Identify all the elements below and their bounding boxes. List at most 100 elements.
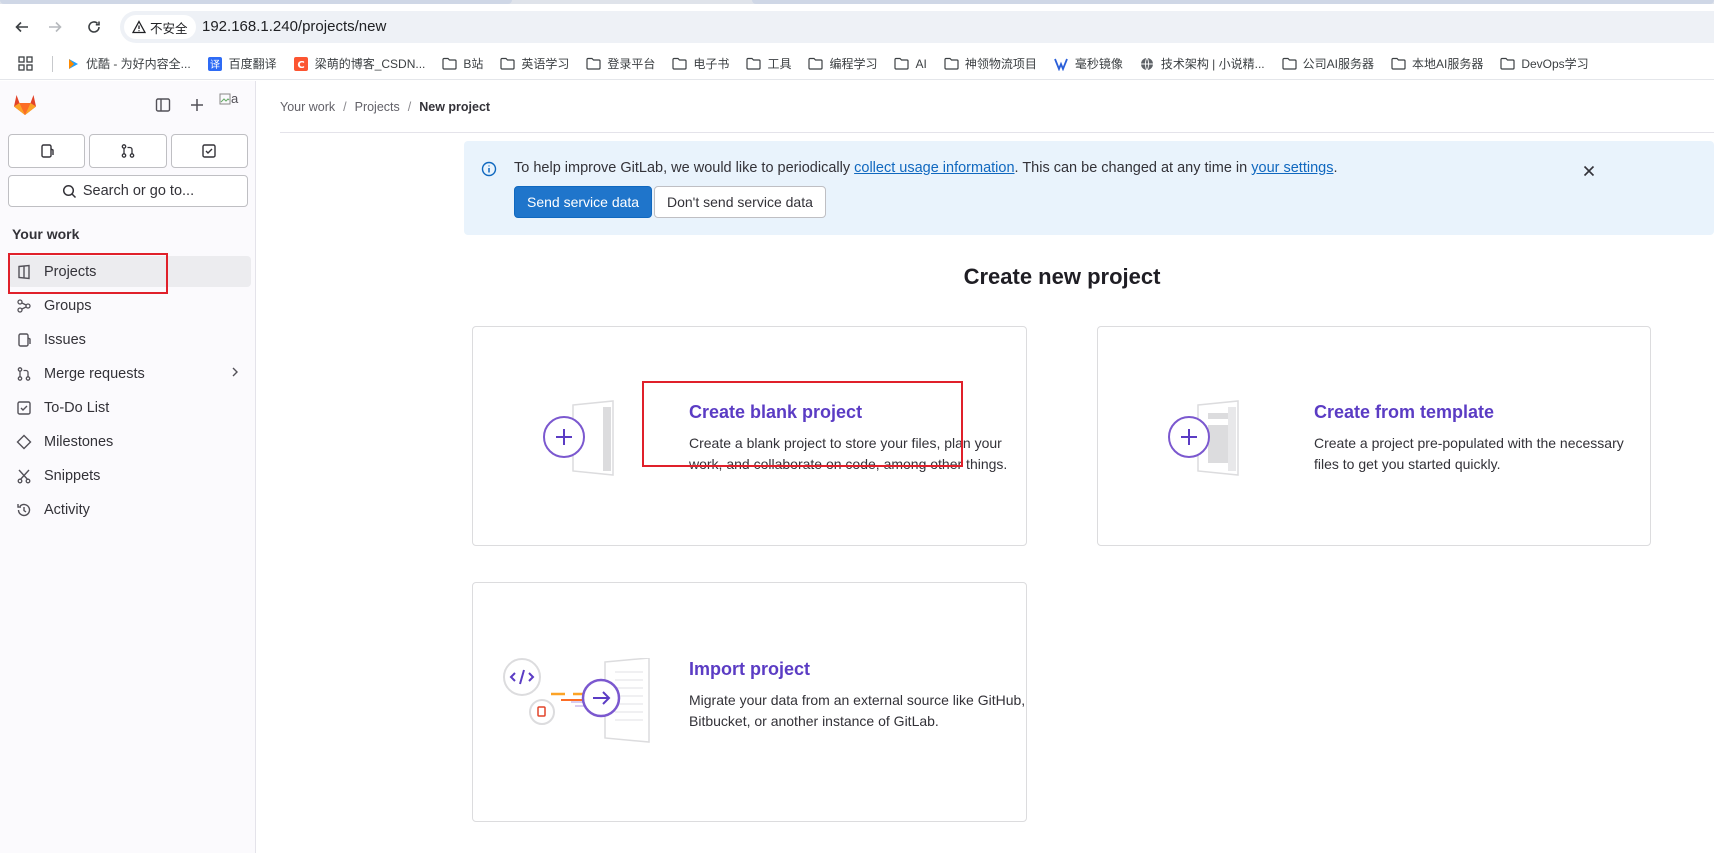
security-label: 不安全 [150, 21, 188, 36]
breadcrumb-projects[interactable]: Projects [355, 100, 400, 114]
milestone-icon [16, 434, 32, 450]
browser-toolbar: 不安全 192.168.1.240/projects/new [0, 4, 1714, 48]
sidebar-item-snippets[interactable]: Snippets [8, 460, 251, 491]
collapse-sidebar-button[interactable] [152, 94, 174, 116]
alert-text: . [1333, 160, 1338, 176]
card-description-line: Migrate your data from an external sourc… [689, 692, 1026, 708]
alert-text: To help improve GitLab, we would like to… [514, 160, 855, 176]
annotation-highlight-blank-project [642, 381, 963, 467]
left-sidebar: a Search or go to... Your work Projects G… [0, 81, 256, 853]
sidebar-item-issues[interactable]: Issues [8, 324, 251, 355]
annotation-highlight-projects [8, 253, 168, 294]
card-description-line: Create a project pre-populated with the … [1314, 435, 1624, 451]
usage-data-alert: To help improve GitLab, we would like to… [464, 141, 1714, 235]
breadcrumb-your-work[interactable]: Your work [280, 100, 335, 114]
breadcrumb-separator: / [407, 99, 412, 114]
send-service-data-button[interactable]: Send service data [514, 186, 653, 218]
bookmark-label: 公司AI服务器 [1302, 57, 1374, 71]
sidebar-item-merge-requests[interactable]: Merge requests [8, 358, 251, 389]
folder-icon [672, 56, 688, 71]
folder-icon [1500, 56, 1515, 71]
bookmark-label: 神领物流项目 [964, 57, 1037, 71]
sidebar-item-activity[interactable]: Activity [8, 494, 251, 525]
snippet-icon [16, 468, 32, 484]
sidebar-item-label: To-Do List [44, 399, 110, 416]
breadcrumb-current: New project [419, 99, 491, 114]
bookmark-item[interactable]: 译百度翻译 [208, 55, 277, 72]
assigned-issues-button[interactable] [8, 134, 86, 168]
blank-project-illustration-icon [543, 400, 614, 476]
bookmark-item[interactable]: 神领物流项目 [944, 55, 1037, 72]
todo-icon [16, 400, 32, 416]
dont-send-service-data-button[interactable]: Don't send service data [654, 186, 826, 218]
bookmark-item[interactable]: AI [894, 56, 927, 71]
import-illustration-icon [503, 658, 650, 743]
bookmark-item[interactable]: C 梁萌的博客_CSDN... [294, 55, 425, 72]
bookmark-item[interactable]: 编程学习 [808, 55, 877, 72]
arrow-right-icon [49, 21, 62, 33]
arrow-left-icon [15, 21, 28, 33]
globe-icon [1140, 56, 1155, 71]
avatar[interactable]: a [219, 91, 245, 117]
card-description: Migrate your data from an external sourc… [689, 690, 1025, 732]
sidebar-item-label: Snippets [44, 467, 101, 484]
section-title: Your work [12, 226, 80, 242]
gitlab-logo-icon[interactable] [11, 90, 39, 118]
sidebar-item-to-do-list[interactable]: To-Do List [8, 392, 251, 423]
folder-icon [1282, 56, 1297, 71]
svg-text:C: C [298, 60, 305, 71]
bookmark-item[interactable]: 优酷 - 为好内容全... [65, 55, 191, 72]
sidebar-item-label: Activity [44, 501, 90, 518]
chevron-right-icon[interactable] [229, 366, 241, 382]
card-description: Create a project pre-populated with the … [1314, 433, 1624, 475]
card-title: Import project [689, 659, 811, 679]
forward-button[interactable] [42, 14, 68, 40]
create-from-template-card[interactable]: Create from template Create a project pr… [1097, 326, 1651, 546]
warning-icon [132, 20, 146, 34]
todo-button[interactable] [170, 134, 248, 168]
bookmark-label: 登录平台 [607, 57, 656, 71]
settings-link[interactable]: your settings [1251, 160, 1333, 176]
bookmark-item[interactable]: 本地AI服务器 [1391, 55, 1483, 72]
csdn-icon: C [294, 56, 309, 71]
import-project-card[interactable]: Import project Migrate your data from an… [472, 582, 1027, 822]
merge-request-icon [16, 366, 32, 382]
folder-icon [746, 56, 762, 71]
bookmark-label: B站 [463, 57, 484, 71]
bookmark-item[interactable]: DevOps学习 [1500, 55, 1589, 72]
bookmark-label: 技术架构 | 小说精... [1160, 57, 1265, 71]
template-illustration-icon [1168, 400, 1239, 476]
folder-icon [586, 56, 602, 71]
sidebar-item-milestones[interactable]: Milestones [8, 426, 251, 457]
bookmark-item[interactable]: 登录平台 [586, 55, 655, 72]
issues-icon [40, 144, 54, 158]
card-description-line: Bitbucket, or another instance of GitLab… [689, 713, 939, 729]
bookmark-label: 电子书 [693, 57, 730, 71]
bookmark-label: 工具 [767, 57, 792, 71]
bookmark-item[interactable]: 公司AI服务器 [1282, 55, 1374, 72]
folder-icon [500, 56, 515, 71]
sidebar-item-label: Merge requests [44, 365, 145, 382]
security-chip[interactable]: 不安全 [124, 15, 196, 39]
bookmark-item[interactable]: 电子书 [672, 55, 729, 72]
merge-requests-button[interactable] [89, 134, 167, 168]
bookmark-item[interactable]: 工具 [746, 55, 791, 72]
reload-button[interactable] [81, 14, 107, 40]
apps-button[interactable] [18, 56, 33, 71]
bookmark-item[interactable]: 技术架构 | 小说精... [1140, 55, 1265, 72]
url-text[interactable]: 192.168.1.240/projects/new [202, 18, 386, 35]
back-button[interactable] [9, 14, 35, 40]
sidebar-item-groups[interactable]: Groups [8, 290, 251, 321]
create-new-button[interactable] [186, 94, 208, 116]
search-button[interactable]: Search or go to... [8, 175, 248, 207]
bookmark-item[interactable]: B站 [442, 55, 483, 72]
collect-usage-link[interactable]: collect usage information [854, 160, 1014, 176]
close-alert-button[interactable] [1579, 161, 1599, 181]
info-icon [481, 161, 497, 177]
bookmark-item[interactable]: 毫秒镜像 [1054, 55, 1123, 72]
sidebar-header: a [0, 81, 256, 129]
bookmark-label: 编程学习 [829, 57, 878, 71]
alert-message: To help improve GitLab, we would like to… [514, 160, 1338, 176]
address-bar[interactable]: 不安全 192.168.1.240/projects/new [120, 11, 1714, 43]
bookmark-item[interactable]: 英语学习 [500, 55, 569, 72]
